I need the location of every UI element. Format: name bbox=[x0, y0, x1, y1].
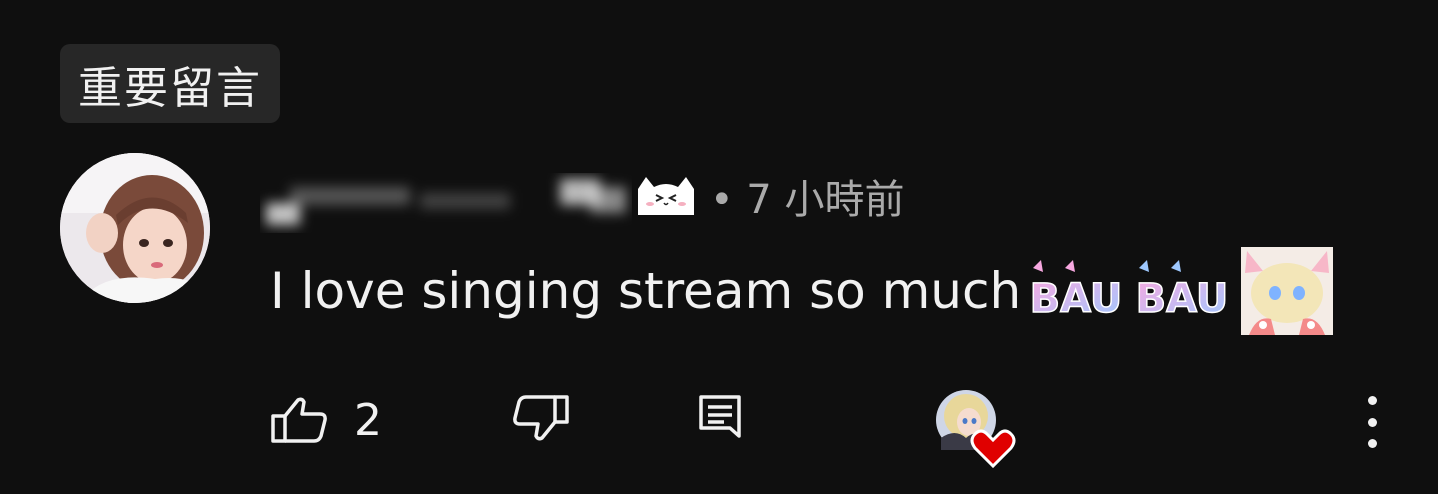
more-vert-icon bbox=[1367, 396, 1377, 405]
bau-emote-icon: BAU bbox=[1135, 260, 1229, 323]
reply-comment-icon bbox=[699, 395, 741, 438]
bau-emote-icon: BAU bbox=[1029, 260, 1123, 323]
thumbs-up-icon bbox=[271, 397, 327, 443]
creator-heart-icon[interactable] bbox=[935, 388, 1019, 468]
cat-emoji-icon bbox=[638, 177, 694, 215]
avatar[interactable] bbox=[60, 153, 210, 303]
dislike-button[interactable] bbox=[512, 394, 570, 442]
comment-card: 重要留言 • 7 小時前 I love singing stream so mu… bbox=[0, 0, 1438, 494]
pinned-badge: 重要留言 bbox=[60, 44, 280, 123]
svg-text:BAU: BAU bbox=[1030, 276, 1123, 322]
svg-text:BAU: BAU bbox=[1136, 276, 1229, 322]
pinned-label: 重要留言 bbox=[78, 62, 262, 114]
comment-text: I love singing stream so much bbox=[270, 262, 1022, 320]
comment-actions: 2 bbox=[270, 388, 1410, 468]
like-button[interactable]: 2 bbox=[270, 388, 382, 452]
comment-timestamp[interactable]: • 7 小時前 bbox=[710, 167, 904, 225]
author-name-redacted[interactable] bbox=[260, 173, 632, 233]
like-count: 2 bbox=[354, 394, 382, 446]
thumbs-down-icon bbox=[513, 395, 569, 441]
comment-body: I love singing stream so much BAU BAU bbox=[270, 246, 1334, 336]
reply-button[interactable] bbox=[698, 394, 742, 440]
comment-header: • 7 小時前 bbox=[260, 165, 960, 235]
more-options-button[interactable] bbox=[1360, 396, 1384, 448]
character-emote-icon bbox=[1241, 247, 1334, 335]
